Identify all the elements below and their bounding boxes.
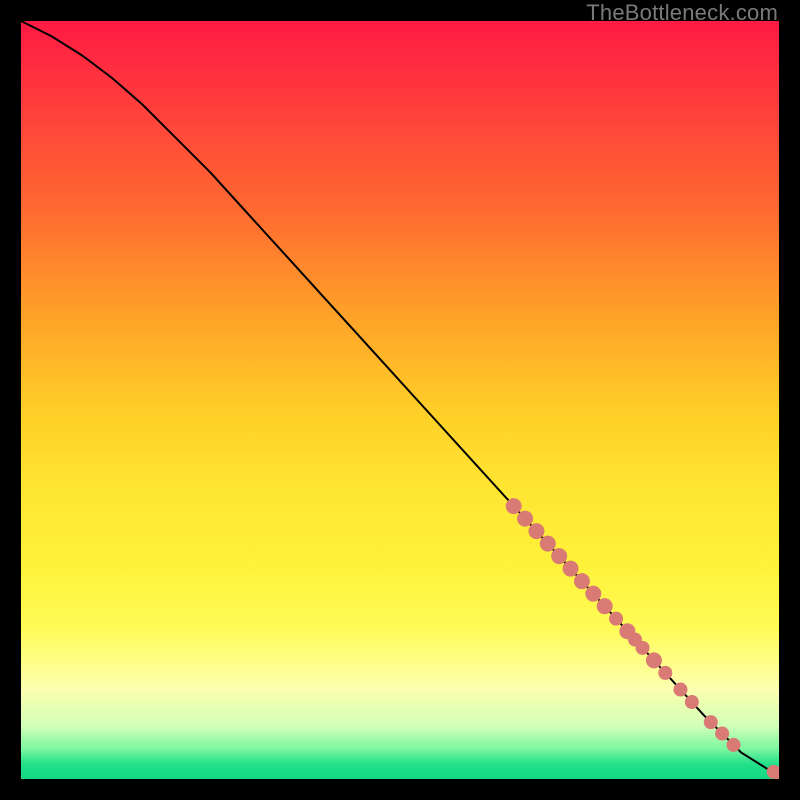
data-dot [704,715,718,729]
data-dot [563,561,579,577]
chart-svg [21,21,779,779]
data-dot [540,536,556,552]
data-dot [528,523,544,539]
data-dot [551,548,567,564]
data-dot [646,652,662,668]
data-dot [685,695,699,709]
data-dot [574,573,590,589]
data-dot [597,598,613,614]
data-dot [609,612,623,626]
data-dot [636,641,650,655]
data-dot [658,666,672,680]
chart-frame [21,21,779,779]
data-dot [715,727,729,741]
data-dot [506,498,522,514]
watermark-text: TheBottleneck.com [586,0,778,26]
data-dot [673,683,687,697]
data-dot [517,511,533,527]
data-dot [585,586,601,602]
data-dot [727,738,741,752]
curve-line [21,21,779,773]
